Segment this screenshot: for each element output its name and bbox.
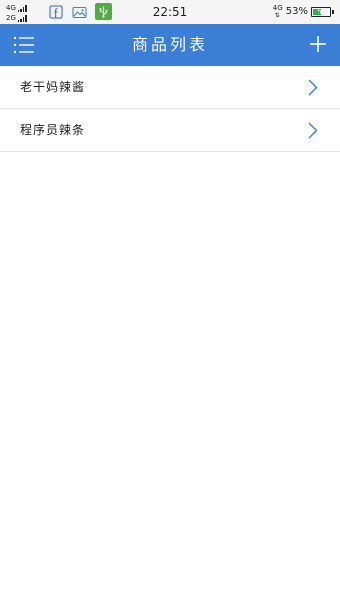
usb-icon [95,3,112,20]
network-type-label: 4G [6,4,16,12]
page-title: 商品列表 [131,35,208,54]
list-item-label: 程序员辣条 [20,123,86,137]
signal-bars-icon [17,15,28,22]
network-type-label: 4G [272,4,283,12]
list-item-label: 老干妈辣酱 [20,80,86,94]
battery-percent: 53% [285,6,308,17]
image-icon [71,4,87,20]
network-4g-indicator: 4G ⇅ [273,4,284,20]
signal-bars-icon [17,5,28,12]
status-bar: 4G 2G 22:51 4G ⇅ 53% ϟ [0,0,340,24]
status-right-group: 4G ⇅ 53% ϟ [273,4,334,20]
chevron-right-icon [308,79,318,96]
battery-tip [332,10,334,14]
network-type-label: 2G [6,14,16,22]
product-list: 老干妈辣酱 程序员辣条 [0,66,340,152]
data-arrows-icon: ⇅ [274,12,280,19]
plus-icon[interactable] [310,36,326,52]
facebook-icon [48,4,64,20]
charging-bolt-icon: ϟ [317,7,323,16]
signal-row-2: 2G [6,13,28,22]
list-item[interactable]: 老干妈辣酱 [0,66,340,109]
menu-list-icon[interactable] [12,33,36,57]
nav-bar: 商品列表 [0,24,340,66]
list-item[interactable]: 程序员辣条 [0,109,340,152]
battery-icon: ϟ [311,7,331,17]
clock: 22:51 [152,5,188,19]
chevron-right-icon [308,122,318,139]
signal-row-1: 4G [6,3,28,12]
signal-indicators: 4G 2G [6,3,38,23]
